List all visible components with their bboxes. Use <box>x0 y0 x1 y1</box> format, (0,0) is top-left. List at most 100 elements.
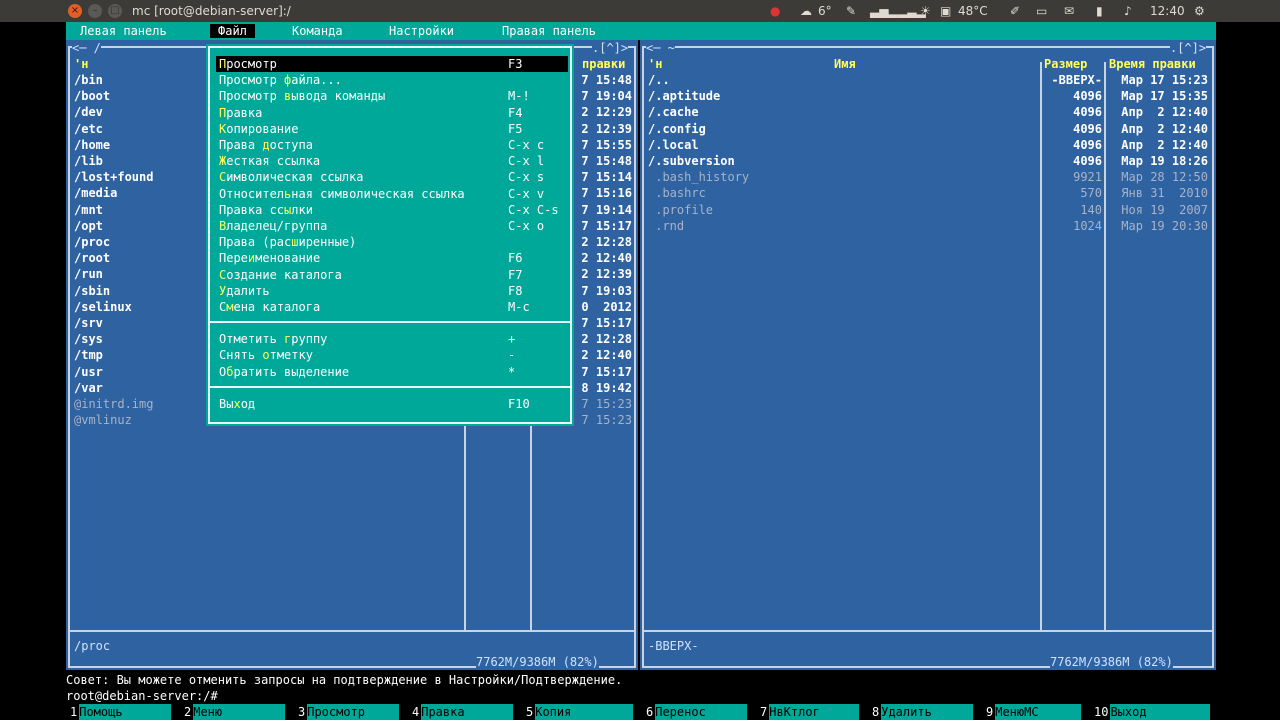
left-file-name[interactable]: /dev <box>74 104 103 120</box>
fkey-10[interactable]: 10 Выход <box>1094 704 1214 720</box>
menu-item-hotkey-letter: У <box>219 283 227 298</box>
right-file-name[interactable]: /.cache <box>648 104 699 120</box>
left-panel-history-icon[interactable]: .[^]> <box>592 40 629 56</box>
right-file-name[interactable]: .bash_history <box>648 169 749 185</box>
menu-item[interactable]: Удалить F8 <box>216 283 568 299</box>
right-file-name[interactable]: /.local <box>648 137 699 153</box>
right-panel[interactable]: <─ ~ .[^]> 'н Имя Размер Время правки /.… <box>640 40 1216 670</box>
left-file-name[interactable]: /run <box>74 266 103 282</box>
menu-item[interactable]: Копирование F5 <box>216 121 568 137</box>
left-file-name[interactable]: /usr <box>74 364 103 380</box>
menu-options[interactable]: Настройки <box>389 24 454 38</box>
menu-item[interactable]: Владелец/группа C-x o <box>216 218 568 234</box>
left-col-time-header[interactable]: правки <box>582 56 625 72</box>
window-maximize-button[interactable]: □ <box>108 4 122 18</box>
menu-item[interactable]: Права (расширенные) <box>216 234 568 250</box>
left-file-name[interactable]: /srv <box>74 315 103 331</box>
settings-gear-icon[interactable]: ⚙ <box>1194 3 1205 19</box>
left-file-name[interactable]: /mnt <box>74 202 103 218</box>
right-file-name[interactable]: /.. <box>648 72 670 88</box>
edit-icon[interactable]: ✎ <box>846 3 856 19</box>
tools-icon[interactable]: ✐ <box>1010 3 1020 19</box>
fkey-3[interactable]: 3 Просмотр <box>298 704 410 720</box>
fkey-7[interactable]: 7 НвКтлог <box>760 704 870 720</box>
fkey-5[interactable]: 5 Копия <box>526 704 644 720</box>
left-file-name[interactable]: /lib <box>74 153 103 169</box>
fkey-9[interactable]: 9 МенюMC <box>986 704 1092 720</box>
keyboard-icon[interactable]: ▭ <box>1036 3 1047 19</box>
shell-prompt[interactable]: root@debian-server:/# <box>66 688 1216 704</box>
update-notifier-icon[interactable]: ● <box>770 3 780 19</box>
right-col-name-header[interactable]: Имя <box>834 56 856 72</box>
menu-item[interactable]: Просмотр F3 <box>216 56 568 72</box>
right-panel-path[interactable]: <─ ~ <box>646 40 675 56</box>
left-file-name[interactable]: /sys <box>74 331 103 347</box>
fkey-6[interactable]: 6 Перенос <box>646 704 758 720</box>
menu-item-hotkey-letter: в <box>284 89 292 104</box>
left-file-name[interactable]: /home <box>74 137 110 153</box>
right-col-size-header[interactable]: Размер <box>1044 56 1087 72</box>
menu-command[interactable]: Команда <box>292 24 343 38</box>
left-file-name[interactable]: /lost+found <box>74 169 153 185</box>
left-file-name[interactable]: /bin <box>74 72 103 88</box>
menu-left-panel[interactable]: Левая панель <box>80 24 167 38</box>
menu-item[interactable]: Отметить группу + <box>216 331 568 347</box>
left-file-name[interactable]: /root <box>74 250 110 266</box>
window-minimize-button[interactable]: – <box>88 4 102 18</box>
fkey-label: МенюMC <box>995 704 1082 720</box>
right-file-name[interactable]: .profile <box>648 202 713 218</box>
left-col-name-header[interactable]: 'н <box>74 56 88 72</box>
right-file-name[interactable]: /.aptitude <box>648 88 720 104</box>
cpu-graph-icon[interactable]: ▃▅▂ <box>870 3 898 19</box>
menu-item[interactable]: Обратить выделение * <box>216 364 568 380</box>
left-file-name[interactable]: /sbin <box>74 283 110 299</box>
left-file-name[interactable]: /etc <box>74 121 103 137</box>
menu-item[interactable]: Выход F10 <box>216 396 568 412</box>
left-file-name[interactable]: /media <box>74 185 117 201</box>
left-file-name[interactable]: /proc <box>74 234 110 250</box>
menu-file[interactable]: Файл <box>210 24 255 38</box>
email-icon[interactable]: ✉ <box>1064 3 1074 19</box>
right-file-name[interactable]: /.config <box>648 121 706 137</box>
fkey-2[interactable]: 2 Меню <box>184 704 296 720</box>
menu-item[interactable]: Символическая ссылка C-x s <box>216 169 568 185</box>
menu-item[interactable]: Смена каталога M-c <box>216 299 568 315</box>
right-file-name[interactable]: .rnd <box>648 218 684 234</box>
menu-item[interactable]: Правка F4 <box>216 105 568 121</box>
left-file-name[interactable]: /opt <box>74 218 103 234</box>
menu-item[interactable]: Жесткая ссылка C-x l <box>216 153 568 169</box>
menu-item[interactable]: Относительная символическая ссылка C-x v <box>216 186 568 202</box>
fkey-8[interactable]: 8 Удалить <box>872 704 984 720</box>
battery-icon[interactable]: ▮ <box>1096 3 1103 19</box>
right-col-marker-header[interactable]: 'н <box>648 56 662 72</box>
left-file-name[interactable]: /boot <box>74 88 110 104</box>
right-file-name[interactable]: .bashrc <box>648 185 706 201</box>
left-file-time: 7 15:17 <box>581 218 632 233</box>
left-file-name[interactable]: @vmlinuz <box>74 412 132 428</box>
menu-item[interactable]: Переименование F6 <box>216 250 568 266</box>
fkey-1[interactable]: 1 Помощь <box>70 704 182 720</box>
clock[interactable]: 12:40 <box>1150 3 1185 19</box>
menu-item[interactable]: Создание каталога F7 <box>216 267 568 283</box>
volume-icon[interactable]: ♪ <box>1124 3 1132 19</box>
menu-item[interactable]: Правка ссылки C-x C-s <box>216 202 568 218</box>
left-file-name[interactable]: /selinux <box>74 299 132 315</box>
fkey-4[interactable]: 4 Правка <box>412 704 524 720</box>
menu-item[interactable]: Снять отметку - <box>216 347 568 363</box>
left-file-name[interactable]: @initrd.img <box>74 396 153 412</box>
menu-item[interactable]: Просмотр вывода команды M-! <box>216 88 568 104</box>
menu-item-shortcut: C-x C-s <box>508 202 559 217</box>
weather-icon[interactable]: ☁ <box>800 3 812 19</box>
left-file-name[interactable]: /var <box>74 380 103 396</box>
right-panel-history-icon[interactable]: .[^]> <box>1170 40 1207 56</box>
right-col-time-header[interactable]: Время правки <box>1109 56 1196 72</box>
left-file-time: 7 15:14 <box>581 170 632 185</box>
menu-item[interactable]: Права доступа C-x c <box>216 137 568 153</box>
menu-item[interactable]: Просмотр файла... <box>216 72 568 88</box>
brightness-icon[interactable]: ☀ <box>920 3 931 19</box>
left-file-name[interactable]: /tmp <box>74 347 103 363</box>
left-panel-path[interactable]: <─ / <box>72 40 101 56</box>
right-file-name[interactable]: /.subversion <box>648 153 735 169</box>
window-close-button[interactable]: × <box>68 4 82 18</box>
menu-right-panel[interactable]: Правая панель <box>502 24 596 38</box>
